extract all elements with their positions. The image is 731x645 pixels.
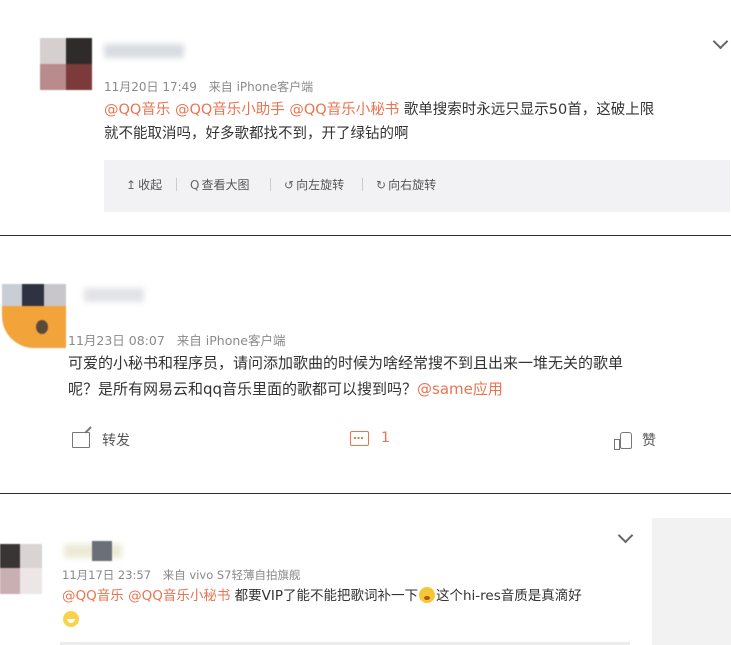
mention-link[interactable]: @QQ音乐小秘书	[128, 588, 230, 604]
post-date: 11月20日 17:49	[104, 80, 197, 94]
post-source[interactable]: 来自 iPhone客户端	[177, 333, 286, 348]
thumbs-up-icon	[614, 432, 632, 450]
image-toolbar: ↥ 收起 Q 查看大图 ↺ 向左旋转 ↻ 向右旋转	[104, 160, 730, 212]
mention-link[interactable]: @QQ音乐	[104, 102, 170, 118]
side-panel	[652, 518, 731, 645]
rotate-right-icon: ↻	[376, 177, 387, 192]
rotate-right-button[interactable]: ↻ 向右旋转	[376, 176, 436, 193]
avatar[interactable]	[0, 544, 42, 594]
post-meta: 11月23日 08:07 来自 iPhone客户端	[68, 330, 293, 349]
comment-body: 就不能取消吗，好多歌都找不到，开了绿钻的啊	[104, 126, 409, 142]
divider	[0, 235, 731, 236]
comment-body: 这个hi-res音质是真滴好	[435, 588, 582, 604]
mention-link[interactable]: @QQ音乐	[62, 588, 124, 604]
comment-body: 呢？是所有网易云和qq音乐里面的歌都可以搜到吗？	[68, 380, 418, 398]
comment-body: 可爱的小秘书和程序员，请问添加歌曲的时候为啥经常搜不到且出来一堆无关的歌单	[68, 354, 624, 372]
comment-text: 可爱的小秘书和程序员，请问添加歌曲的时候为啥经常搜不到且出来一堆无关的歌单 呢？…	[68, 350, 728, 402]
comment-card: 11月20日 17:49 来自 iPhone客户端 @QQ音乐 @QQ音乐小助手…	[0, 0, 731, 232]
comment-icon	[350, 430, 369, 446]
surprised-emoji-icon	[418, 587, 435, 603]
comment-text: @QQ音乐 @QQ音乐小助手 @QQ音乐小秘书 歌单搜索时永远只显示50首，这破…	[104, 98, 724, 146]
username[interactable]	[104, 44, 184, 58]
post-source[interactable]: 来自 iPhone客户端	[209, 80, 313, 94]
avatar[interactable]	[40, 38, 92, 90]
like-button[interactable]: 赞	[614, 430, 656, 450]
smile-emoji-icon	[63, 611, 79, 627]
comment-body: 歌单搜索时永远只显示50首，这破上限	[403, 102, 655, 118]
mention-link[interactable]: @QQ音乐小助手	[175, 102, 285, 118]
username[interactable]	[84, 288, 144, 302]
post-date: 11月17日 23:57	[62, 568, 152, 582]
rotate-left-icon: ↺	[284, 177, 295, 192]
share-icon	[72, 432, 90, 448]
view-large-image-button[interactable]: Q 查看大图	[190, 176, 249, 193]
chevron-down-icon[interactable]	[617, 527, 634, 544]
post-meta: 11月17日 23:57 来自 vivo S7轻薄自拍旗舰	[62, 567, 309, 583]
divider	[0, 493, 731, 494]
collapse-button[interactable]: ↥ 收起	[126, 176, 162, 193]
collapse-up-icon: ↥	[126, 177, 137, 192]
magnifier-icon: Q	[190, 177, 200, 192]
post-source[interactable]: 来自 vivo S7轻薄自拍旗舰	[163, 568, 301, 582]
username-badge	[92, 541, 112, 561]
share-button[interactable]: 转发	[72, 430, 130, 450]
comment-button[interactable]: 1	[350, 430, 390, 446]
mention-link[interactable]: @same应用	[417, 380, 503, 398]
comment-card: 11月23日 08:07 来自 iPhone客户端 可爱的小秘书和程序员，请问添…	[0, 258, 731, 490]
comment-card: 11月17日 23:57 来自 vivo S7轻薄自拍旗舰 @QQ音乐 @QQ音…	[0, 508, 731, 645]
avatar[interactable]	[2, 284, 66, 348]
comment-body: 都要VIP了能不能把歌词补一下	[234, 588, 418, 604]
post-date: 11月23日 08:07	[68, 333, 165, 348]
post-meta: 11月20日 17:49 来自 iPhone客户端	[104, 78, 321, 95]
chevron-down-icon[interactable]	[712, 33, 729, 50]
mention-link[interactable]: @QQ音乐小秘书	[289, 102, 399, 118]
rotate-left-button[interactable]: ↺ 向左旋转	[284, 176, 344, 193]
comment-text: @QQ音乐 @QQ音乐小秘书 都要VIP了能不能把歌词补一下 这个hi-res音质…	[62, 584, 652, 632]
